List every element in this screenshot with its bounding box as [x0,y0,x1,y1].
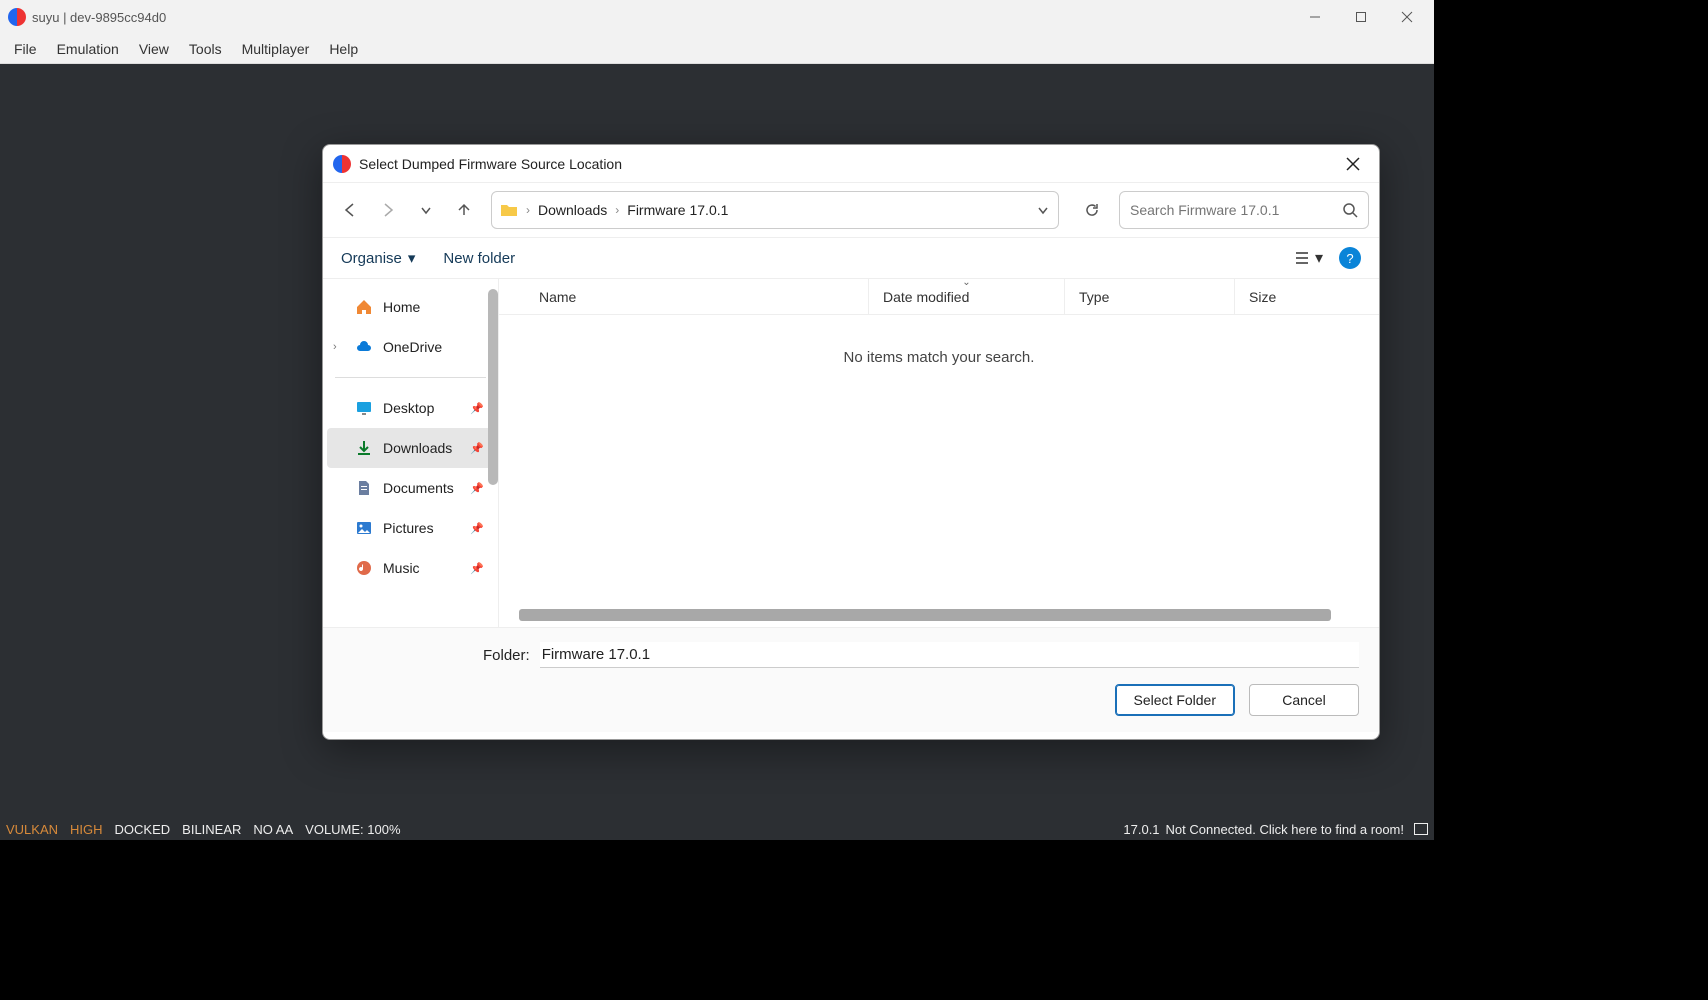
new-folder-button[interactable]: New folder [443,250,515,267]
pin-icon: 📌 [470,562,484,575]
chevron-right-icon: › [615,203,619,217]
sidebar-item-music[interactable]: Music 📌 [327,548,494,588]
sidebar-item-label: Documents [383,480,454,496]
help-button[interactable]: ? [1339,247,1361,269]
breadcrumb-bar[interactable]: › Downloads › Firmware 17.0.1 [491,191,1059,229]
desktop-icon [355,399,373,417]
refresh-button[interactable] [1075,193,1109,227]
horizontal-scrollbar[interactable] [519,609,1331,621]
cloud-icon [355,338,373,356]
dialog-titlebar: Select Dumped Firmware Source Location [323,145,1379,183]
view-mode-toggle[interactable]: ▾ [1293,248,1323,268]
menu-help[interactable]: Help [319,37,368,61]
sidebar-item-label: OneDrive [383,339,442,355]
column-date-modified[interactable]: ⌄ Date modified [869,279,1065,314]
menu-bar: File Emulation View Tools Multiplayer He… [0,34,1434,64]
status-bar: VULKAN HIGH DOCKED BILINEAR NO AA VOLUME… [0,818,1434,840]
cancel-button[interactable]: Cancel [1249,684,1359,716]
menu-multiplayer[interactable]: Multiplayer [232,37,320,61]
breadcrumb-current[interactable]: Firmware 17.0.1 [627,202,728,218]
caret-down-icon: ▾ [408,249,416,267]
new-folder-label: New folder [443,250,515,267]
menu-view[interactable]: View [129,37,179,61]
pin-icon: 📌 [470,522,484,535]
breadcrumb-dropdown[interactable] [1036,203,1050,217]
column-headers: Name ⌄ Date modified Type Size [499,279,1379,315]
chevron-right-icon: › [526,203,530,217]
window-titlebar: suyu | dev-9895cc94d0 [0,0,1434,34]
home-icon [355,298,373,316]
pictures-icon [355,519,373,537]
nav-back-button[interactable] [333,193,367,227]
folder-icon [500,201,518,219]
maximize-button[interactable] [1338,0,1384,34]
search-box[interactable] [1119,191,1369,229]
dialog-app-icon [333,155,351,173]
sort-indicator-icon: ⌄ [962,277,970,288]
chevron-right-icon[interactable]: › [333,341,337,353]
status-volume[interactable]: VOLUME: 100% [305,822,400,837]
column-type[interactable]: Type [1065,279,1235,314]
pin-icon: 📌 [470,442,484,455]
nav-forward-button[interactable] [371,193,405,227]
status-api[interactable]: VULKAN [6,822,58,837]
document-icon [355,479,373,497]
sidebar-item-downloads[interactable]: Downloads 📌 [327,428,494,468]
menu-file[interactable]: File [4,37,47,61]
select-folder-button[interactable]: Select Folder [1115,684,1235,716]
menu-emulation[interactable]: Emulation [47,37,129,61]
breadcrumb-downloads[interactable]: Downloads [538,202,607,218]
status-version: 17.0.1 [1123,822,1159,837]
status-aa[interactable]: NO AA [253,822,293,837]
list-view-icon [1293,249,1311,267]
sidebar-item-onedrive[interactable]: › OneDrive [327,327,494,367]
caret-down-icon: ▾ [1315,248,1323,268]
sidebar-item-pictures[interactable]: Pictures 📌 [327,508,494,548]
file-list-pane: Name ⌄ Date modified Type Size No items … [499,279,1379,627]
close-button[interactable] [1384,0,1430,34]
dialog-command-bar: Organise ▾ New folder ▾ ? [323,237,1379,279]
music-icon [355,559,373,577]
search-input[interactable] [1130,202,1342,218]
sidebar-item-label: Desktop [383,400,434,416]
sidebar-item-documents[interactable]: Documents 📌 [327,468,494,508]
sidebar-item-label: Pictures [383,520,434,536]
menu-tools[interactable]: Tools [179,37,232,61]
status-connection[interactable]: Not Connected. Click here to find a room… [1166,822,1404,837]
dialog-nav-toolbar: › Downloads › Firmware 17.0.1 [323,183,1379,237]
sidebar-divider [335,377,486,378]
dialog-close-button[interactable] [1335,146,1371,182]
app-icon [8,8,26,26]
organise-menu[interactable]: Organise ▾ [341,249,415,267]
nav-up-button[interactable] [447,193,481,227]
organise-label: Organise [341,250,402,267]
empty-state-message: No items match your search. [499,349,1379,366]
sidebar-item-label: Music [383,560,420,576]
folder-name-input[interactable] [540,642,1359,668]
folder-field-label: Folder: [483,647,530,664]
window-title: suyu | dev-9895cc94d0 [32,10,1292,25]
minimize-button[interactable] [1292,0,1338,34]
sidebar-item-label: Home [383,299,420,315]
sidebar-item-home[interactable]: Home [327,287,494,327]
status-accuracy[interactable]: HIGH [70,822,103,837]
status-docked[interactable]: DOCKED [115,822,171,837]
search-icon [1342,202,1358,218]
sidebar-scrollbar[interactable] [488,289,498,485]
dialog-title: Select Dumped Firmware Source Location [359,156,1335,172]
dialog-footer: Folder: Select Folder Cancel [323,627,1379,732]
sidebar-item-label: Downloads [383,440,452,456]
pin-icon: 📌 [470,482,484,495]
folder-picker-dialog: Select Dumped Firmware Source Location › [322,144,1380,740]
column-name[interactable]: Name [499,279,869,314]
sidebar-item-desktop[interactable]: Desktop 📌 [327,388,494,428]
pin-icon: 📌 [470,402,484,415]
sidebar: Home › OneDrive Desktop 📌 Downloads 📌 [323,279,499,627]
status-filter[interactable]: BILINEAR [182,822,241,837]
room-icon[interactable] [1414,823,1428,835]
download-icon [355,439,373,457]
column-size[interactable]: Size [1235,279,1379,314]
nav-history-dropdown[interactable] [409,193,443,227]
